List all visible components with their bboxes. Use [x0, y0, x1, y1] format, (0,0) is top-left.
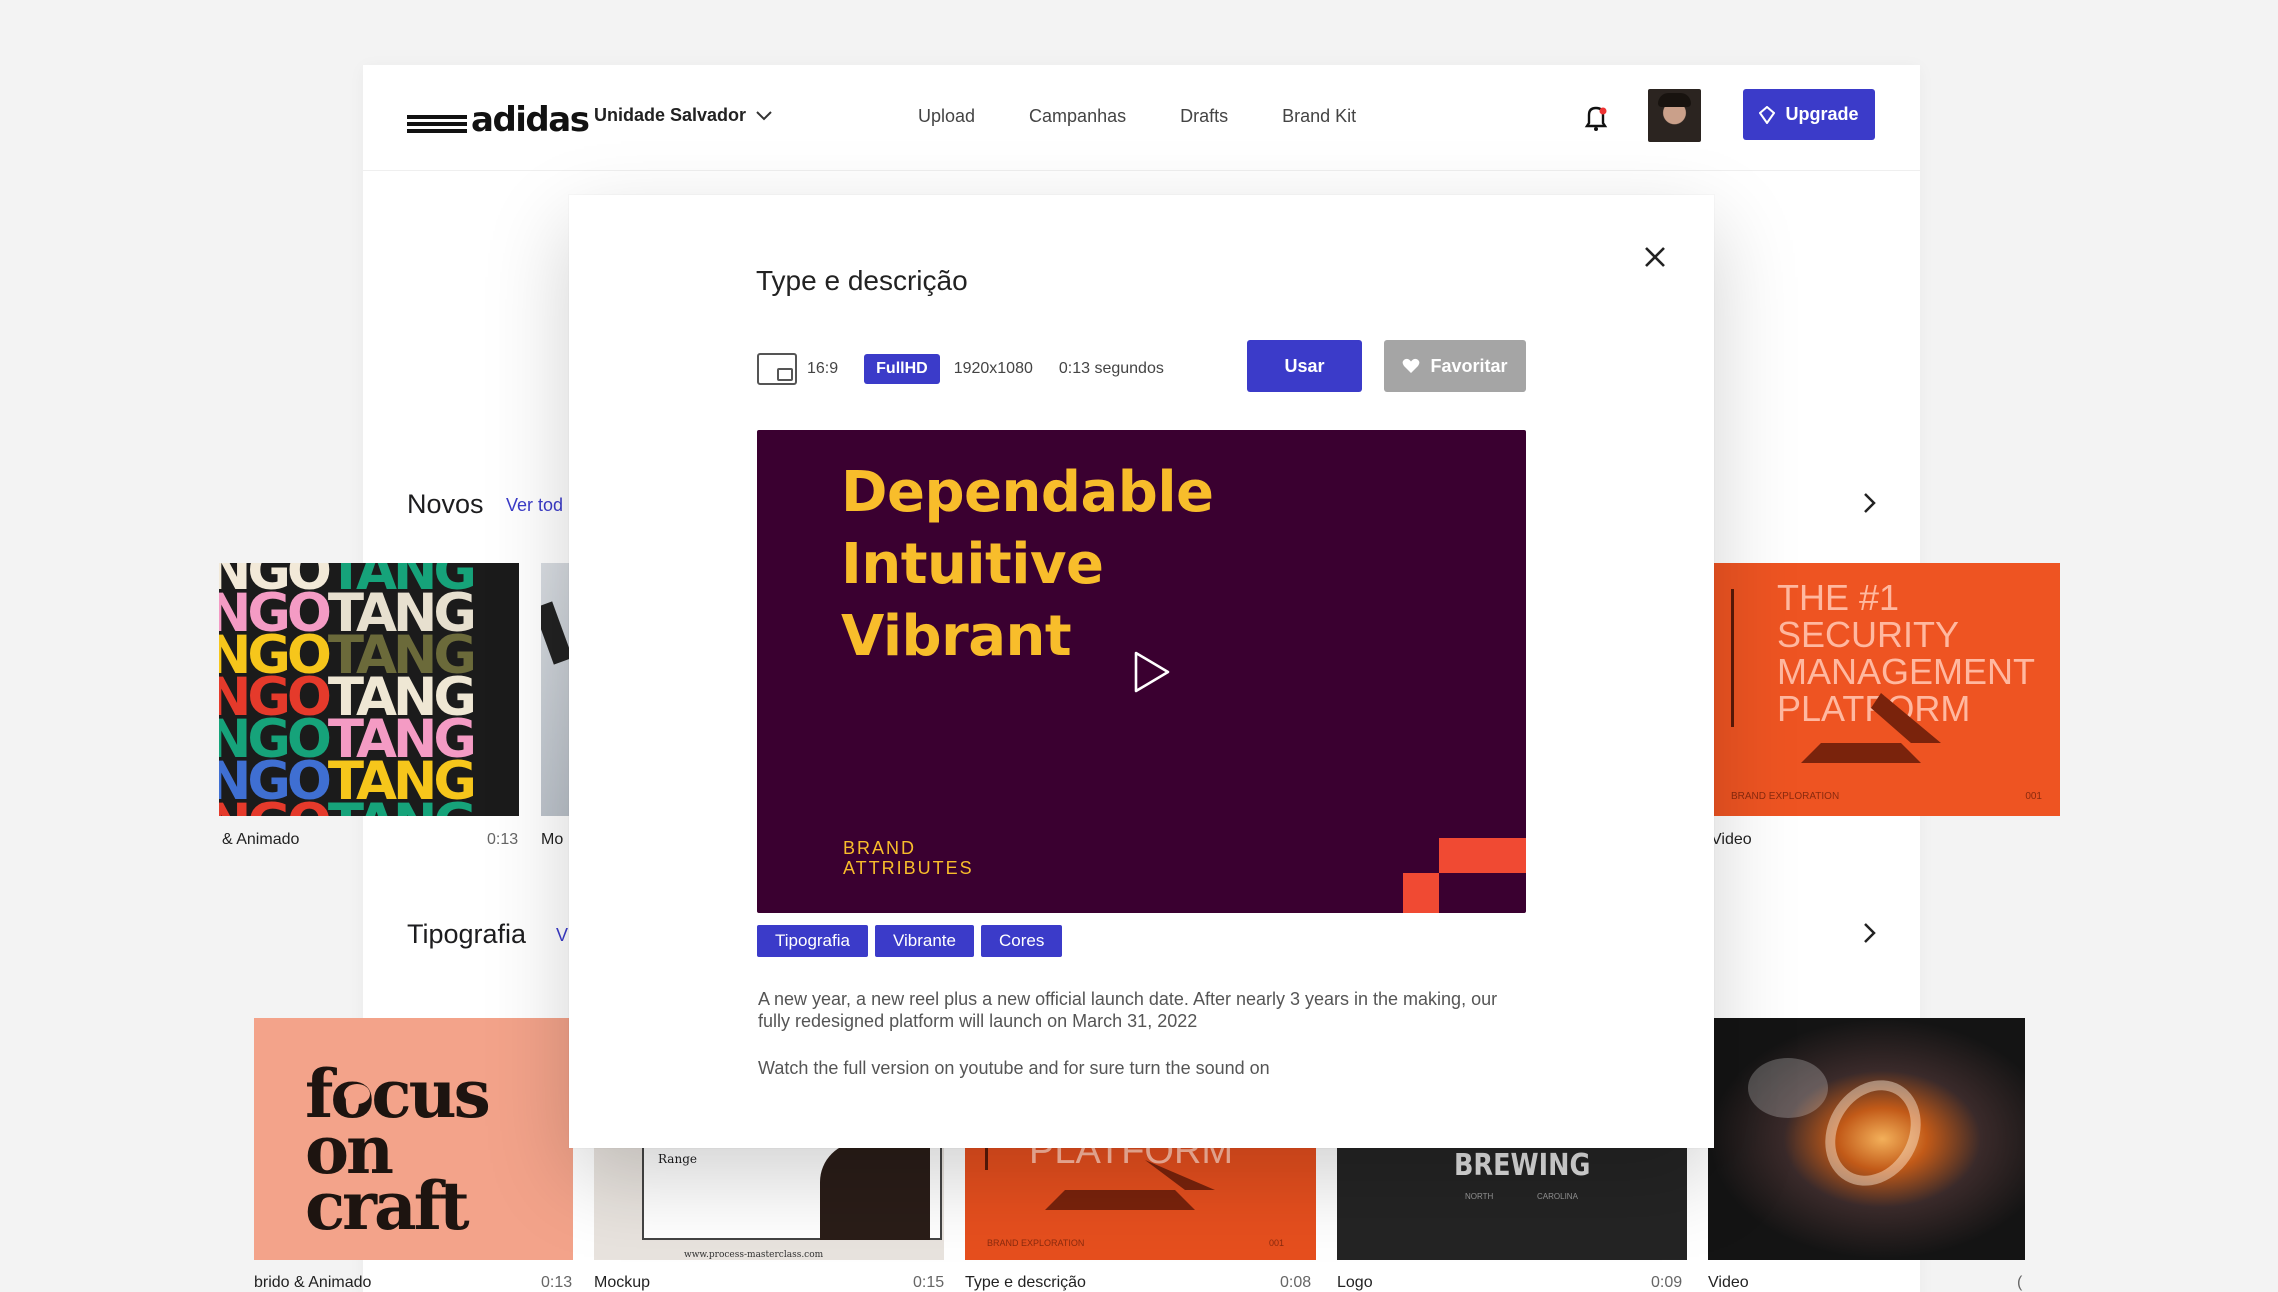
template-description: A new year, a new reel plus a new offici…	[758, 989, 1498, 1031]
video-preview[interactable]: Dependable Intuitive Vibrant BRAND ATTRI…	[757, 430, 1526, 913]
card-duration: 0:15	[913, 1274, 945, 1291]
tag-cores[interactable]: Cores	[980, 925, 1063, 957]
upgrade-button[interactable]: Upgrade	[1743, 89, 1875, 140]
chevron-right-icon[interactable]	[1859, 491, 1879, 515]
video-brand-line: BRAND	[843, 838, 917, 858]
section-title-novos: Novos	[407, 489, 484, 519]
aspect-ratio-value: 16:9	[807, 360, 839, 377]
card-caption: & Animado	[222, 831, 300, 848]
use-button[interactable]: Usar	[1247, 340, 1362, 392]
adidas-logo[interactable]: adidas	[407, 100, 590, 140]
triangle-shape	[1045, 1160, 1215, 1210]
art-small-left: BRAND EXPLORATION	[1731, 791, 1840, 802]
card-thumbnail-video-fluid[interactable]	[1708, 1018, 2025, 1260]
art-label: Range	[658, 1152, 697, 1166]
chevron-down-icon	[756, 110, 772, 120]
favorite-button[interactable]: Favoritar	[1384, 340, 1526, 392]
top-navigation-bar: adidas Unidade Salvador Upload Campanhas…	[363, 65, 1920, 171]
main-nav: Upload Campanhas Drafts Brand Kit	[918, 106, 1356, 127]
decorative-square	[1439, 838, 1526, 873]
card-caption: Logo	[1337, 1274, 1373, 1291]
unit-label: Unidade Salvador	[594, 105, 747, 125]
art-line: THE #1	[1777, 577, 1900, 618]
card-caption: Mockup	[594, 1274, 651, 1291]
video-headline-line: Dependable	[841, 460, 1214, 525]
card-caption: brido & Animado	[254, 1274, 372, 1291]
card-caption: Type e descrição	[965, 1274, 1086, 1291]
card-duration: (	[2017, 1274, 2023, 1291]
art-small-right: CAROLINA	[1537, 1192, 1578, 1201]
card-thumbnail-ngo-tang[interactable]: NGOTANG NGOTANG NGOTANG NGOTANG NGOTANG …	[219, 563, 519, 816]
heart-icon	[1403, 358, 1420, 373]
card-caption: Video	[1711, 831, 1752, 848]
see-all-tipografia-link[interactable]: V	[556, 925, 568, 946]
decorative-square	[1403, 873, 1439, 913]
art-line: craft	[305, 1167, 470, 1245]
art-small-left: BRAND EXPLORATION	[987, 1238, 1085, 1248]
chevron-right-icon[interactable]	[1859, 921, 1879, 945]
aspect-ratio-icon	[757, 353, 797, 385]
tag-tipografia[interactable]: Tipografia	[757, 925, 868, 957]
nav-upload[interactable]: Upload	[918, 106, 975, 127]
resolution-value: 1920x1080	[953, 360, 1033, 377]
close-icon[interactable]	[1640, 242, 1670, 272]
art-text: BREWING	[1454, 1148, 1591, 1183]
card-duration: 0:13	[541, 1274, 573, 1291]
tag-list: Tipografia Vibrante Cores	[757, 925, 1063, 957]
video-brand-text: BRAND ATTRIBUTES	[843, 838, 974, 878]
template-detail-modal: Type e descrição 16:9 FullHD 1920x1080 0…	[569, 195, 1714, 1148]
logo-stripes-icon	[407, 115, 467, 133]
notification-bell-icon[interactable]	[1583, 103, 1609, 133]
card-duration: 0:08	[1280, 1274, 1312, 1291]
card-thumbnail-brewing-logo[interactable]: BREWING NORTH CAROLINA	[1337, 1140, 1687, 1260]
section-title-tipografia: Tipografia	[407, 919, 527, 949]
nav-brand-kit[interactable]: Brand Kit	[1282, 106, 1356, 127]
modal-title: Type e descrição	[756, 265, 968, 296]
card-thumbnail-focus-on-craft[interactable]: focus on craft	[254, 1018, 573, 1260]
nav-drafts[interactable]: Drafts	[1180, 106, 1228, 127]
eye-icon	[344, 1084, 370, 1104]
card-thumbnail-platform[interactable]: PLATFORM BRAND EXPLORATION 001	[965, 1140, 1316, 1260]
duration-value: 0:13 segundos	[1058, 360, 1164, 377]
card-duration: 0:13	[487, 831, 519, 848]
user-avatar[interactable]	[1648, 89, 1701, 142]
card-thumbnail-security-platform[interactable]: THE #1 SECURITY MANAGEMENT PLATFORM BRAN…	[1711, 563, 2060, 816]
video-headline-line: Vibrant	[841, 604, 1072, 669]
art-small-right: 001	[1268, 1238, 1284, 1248]
video-brand-line: ATTRIBUTES	[843, 858, 974, 878]
logo-text: adidas	[471, 100, 590, 140]
card-caption: Mo	[541, 831, 564, 848]
unit-selector[interactable]: Unidade Salvador	[594, 105, 772, 126]
art-small-right: 001	[2025, 791, 2042, 802]
card-duration: 0:09	[1651, 1274, 1683, 1291]
favorite-label: Favoritar	[1430, 355, 1508, 376]
art-line: SECURITY	[1777, 614, 1960, 655]
play-icon[interactable]	[1132, 650, 1172, 694]
use-label: Usar	[1284, 355, 1325, 376]
nav-campanhas[interactable]: Campanhas	[1029, 106, 1126, 127]
quality-badge: FullHD	[864, 354, 940, 384]
diamond-icon	[1759, 105, 1776, 124]
art-small-left: NORTH	[1465, 1192, 1494, 1201]
template-description-secondary: Watch the full version on youtube and fo…	[758, 1058, 1270, 1078]
triangle-shape	[1801, 693, 1941, 763]
template-meta: 16:9 FullHD 1920x1080 0:13 segundos	[757, 353, 1164, 385]
see-all-novos-link[interactable]: Ver tod	[506, 495, 563, 516]
art-url: www.process-masterclass.com	[684, 1250, 824, 1260]
card-caption: Video	[1708, 1274, 1749, 1291]
upgrade-label: Upgrade	[1785, 104, 1859, 124]
video-headline-line: Intuitive	[841, 532, 1104, 597]
card-thumbnail-mockup-range[interactable]: Range www.process-masterclass.com	[594, 1140, 944, 1260]
tag-vibrante[interactable]: Vibrante	[874, 925, 974, 957]
